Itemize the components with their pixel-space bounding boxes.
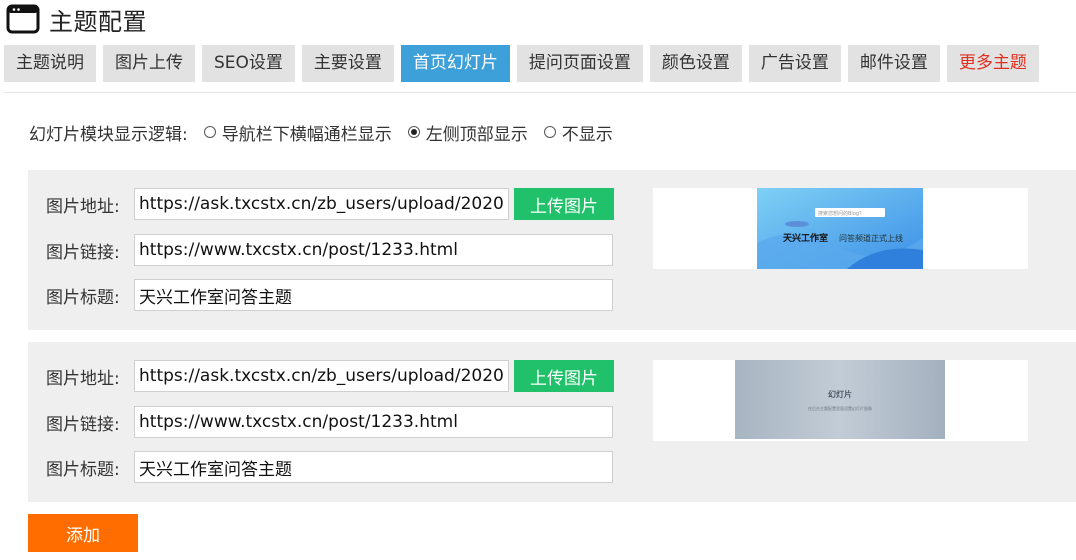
window-icon [6, 4, 40, 34]
header: 主题配置 [6, 0, 147, 38]
image-url-label: 图片地址: [46, 196, 120, 217]
image-link-input[interactable] [134, 234, 613, 266]
image-link-row: 图片链接: [46, 234, 613, 266]
slide-item: 图片地址: 上传图片 图片链接: 图片标题: [28, 342, 1076, 502]
tab-home-slider[interactable]: 首页幻灯片 [400, 45, 510, 82]
add-slide-button[interactable]: 添加 [28, 514, 138, 552]
tab-theme-info[interactable]: 主题说明 [4, 45, 96, 82]
image-title-row: 图片标题: [46, 279, 613, 311]
image-title-input[interactable] [134, 279, 613, 311]
preview-thumbnail: 幻灯片 在后台主题配置里面设置幻灯片图像 [735, 360, 945, 439]
image-link-label: 图片链接: [46, 242, 120, 263]
image-title-label: 图片标题: [46, 459, 120, 480]
slider-logic-row: 幻灯片模块显示逻辑: 导航栏下横幅通栏显示 左侧顶部显示 不显示 [29, 120, 613, 145]
tab-ads[interactable]: 广告设置 [748, 45, 841, 82]
preview-thumbnail: 搜索您想问的Blog? 天兴工作室 问答频道正式上线 [757, 188, 923, 269]
radio-button[interactable] [203, 126, 216, 138]
slide-item: 图片地址: 上传图片 图片链接: 图片标题: [28, 170, 1076, 330]
image-title-row: 图片标题: [46, 451, 613, 483]
radio-button-checked[interactable] [407, 126, 420, 138]
slider-settings-panel: 幻灯片模块显示逻辑: 导航栏下横幅通栏显示 左侧顶部显示 不显示 图片地址: 上… [4, 92, 1076, 560]
tab-image-upload[interactable]: 图片上传 [103, 45, 195, 82]
radio-label: 导航栏下横幅通栏显示 [221, 124, 392, 145]
preview-search-text: 搜索您想问的Blog? [818, 210, 862, 217]
tab-more-themes[interactable]: 更多主题 [946, 45, 1039, 82]
slider-logic-label: 幻灯片模块显示逻辑: [29, 124, 188, 145]
image-url-row: 图片地址: 上传图片 [46, 188, 614, 220]
upload-image-button[interactable]: 上传图片 [514, 188, 614, 220]
tab-main-settings[interactable]: 主要设置 [301, 45, 394, 82]
image-url-input[interactable] [134, 360, 509, 392]
preview-title-text: 幻灯片 [828, 389, 852, 399]
preview-tagline-text: 问答频道正式上线 [839, 233, 903, 243]
image-url-row: 图片地址: 上传图片 [46, 360, 614, 392]
image-link-row: 图片链接: [46, 406, 613, 438]
image-link-input[interactable] [134, 406, 613, 438]
image-url-input[interactable] [134, 188, 509, 220]
radio-label: 不显示 [561, 124, 613, 145]
radio-hidden[interactable]: 不显示 [543, 120, 613, 145]
image-title-input[interactable] [134, 451, 613, 483]
image-url-label: 图片地址: [46, 368, 120, 389]
image-link-label: 图片链接: [46, 414, 120, 435]
upload-image-button[interactable]: 上传图片 [514, 360, 614, 392]
radio-banner-under-nav[interactable]: 导航栏下横幅通栏显示 [203, 120, 392, 145]
tab-email[interactable]: 邮件设置 [847, 45, 940, 82]
radio-button[interactable] [543, 126, 556, 138]
image-title-label: 图片标题: [46, 287, 120, 308]
preview-subtitle-text: 在后台主题配置里面设置幻灯片图像 [808, 405, 872, 411]
tab-bar: 主题说明 图片上传 SEO设置 主要设置 首页幻灯片 提问页面设置 颜色设置 广… [4, 45, 1046, 82]
image-preview: 幻灯片 在后台主题配置里面设置幻灯片图像 [653, 360, 1028, 441]
radio-label: 左侧顶部显示 [425, 124, 528, 145]
radio-left-top[interactable]: 左侧顶部显示 [407, 120, 528, 145]
preview-brand-text: 天兴工作室 [783, 232, 828, 244]
tab-question-page[interactable]: 提问页面设置 [516, 45, 643, 82]
tab-seo[interactable]: SEO设置 [202, 45, 295, 82]
image-preview: 搜索您想问的Blog? 天兴工作室 问答频道正式上线 [653, 188, 1028, 269]
page-title: 主题配置 [49, 7, 147, 36]
tab-colors[interactable]: 颜色设置 [649, 45, 742, 82]
